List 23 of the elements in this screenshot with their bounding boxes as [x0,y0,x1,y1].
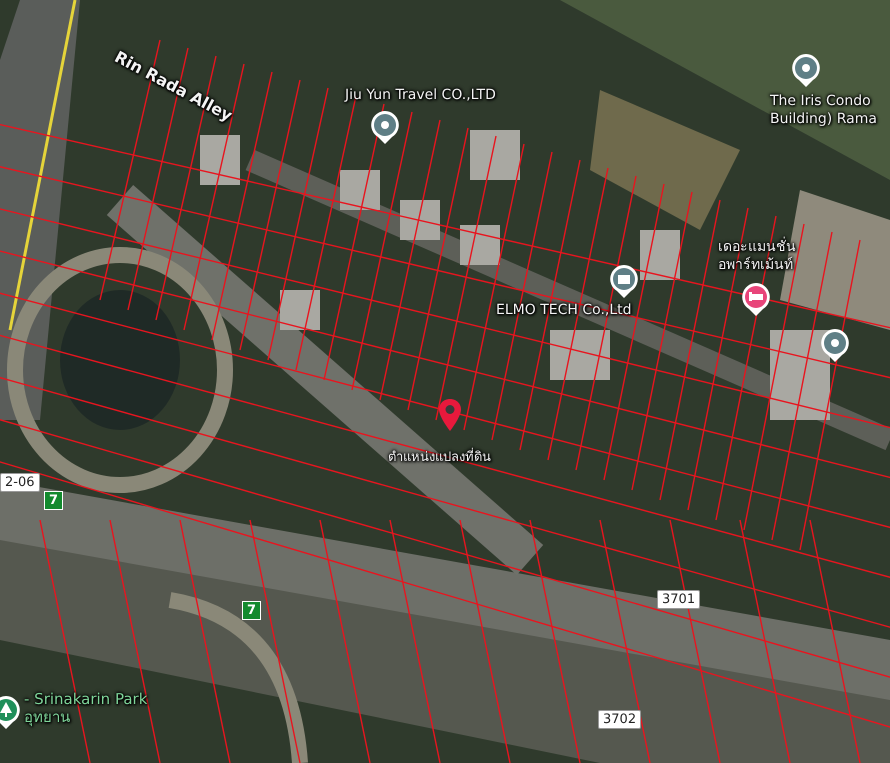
route-shield: 3702 [598,710,642,729]
exit-sign: 7 [242,601,262,620]
route-shield: 3701 [657,590,700,609]
place-pin-icon[interactable] [790,52,822,88]
exit-sign: 7 [44,491,64,510]
building-roof [340,170,380,210]
place-label: อุทยาน [24,708,71,726]
building-roof [200,135,240,185]
building-pin-icon[interactable] [608,263,640,299]
building-roof [280,290,320,330]
place-label: Jiu Yun Travel CO.,LTD [345,86,496,104]
place-label: The Iris Condo [770,92,872,110]
place-pin-icon[interactable] [819,327,851,363]
bed-pin-icon[interactable] [740,281,772,317]
building-roof [640,230,680,280]
building-roof [550,330,610,380]
building-roof [460,225,500,265]
building-roof [470,130,520,180]
route-shield: 2-06 [0,473,40,492]
location-pin-icon[interactable] [438,398,462,432]
building-roof [400,200,440,240]
place-pin-icon[interactable] [369,109,401,145]
place-label: Building) Rama [770,110,877,128]
